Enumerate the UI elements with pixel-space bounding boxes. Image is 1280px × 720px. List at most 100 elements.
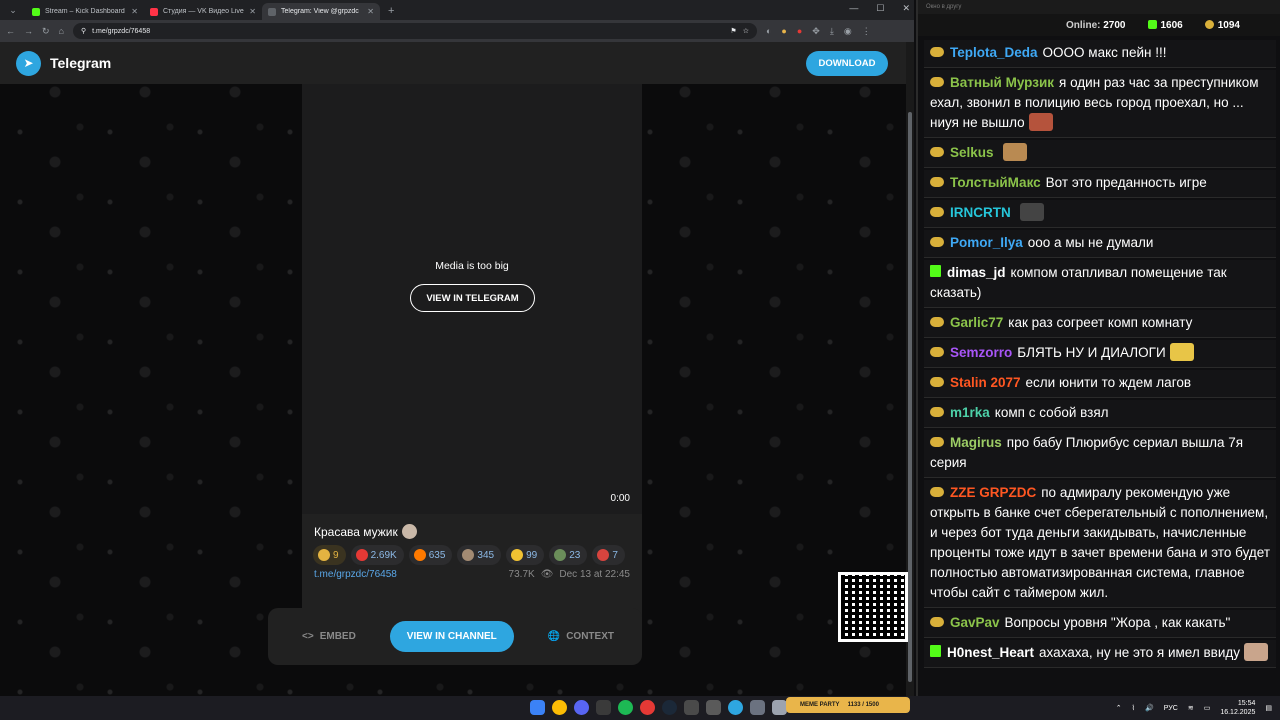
download-button[interactable]: DOWNLOAD	[806, 51, 888, 76]
reaction-thumbs-up[interactable]: 99	[506, 545, 545, 565]
chat-username[interactable]: Magirus	[950, 435, 1002, 450]
chat-username[interactable]: Semzorro	[950, 345, 1012, 360]
chat-text: ОООО макс пейн !!!	[1042, 45, 1167, 60]
chat-titlebar: Окно в другу	[918, 0, 1280, 14]
app-icon[interactable]	[640, 700, 655, 715]
vk-count: 1094	[1217, 19, 1240, 31]
emote-icon	[1002, 143, 1027, 161]
home-icon[interactable]: ⌂	[59, 26, 64, 36]
new-tab-icon[interactable]: +	[388, 5, 394, 17]
chat-username[interactable]: Stalin 2077	[950, 375, 1021, 390]
extension-icon[interactable]: ●	[797, 26, 802, 36]
browser-window: ⌄ Stream – Kick Dashboard ✕ Студия — VK …	[0, 0, 914, 696]
tab-label: Telegram: View @grpzdc	[281, 8, 359, 15]
tab-search-icon[interactable]: ⌄	[6, 3, 20, 17]
chat-username[interactable]: Ватный Мурзик	[950, 75, 1054, 90]
telegram-icon[interactable]	[728, 700, 743, 715]
steam-icon[interactable]	[662, 700, 677, 715]
face-emoji-icon	[462, 549, 475, 561]
chat-username[interactable]: Teplota_Deda	[950, 45, 1038, 60]
reaction-star[interactable]: 9	[313, 545, 346, 565]
app-icon[interactable]	[596, 700, 611, 715]
tab-telegram[interactable]: Telegram: View @grpzdc ✕	[262, 3, 380, 20]
app-icon[interactable]	[750, 700, 765, 715]
chat-message: ZZE GRPZDC по адмиралу рекомендую уже отк…	[924, 480, 1276, 608]
close-tab-icon[interactable]: ✕	[131, 7, 138, 16]
vk-badge-icon	[930, 347, 944, 357]
emote-icon	[1019, 203, 1044, 221]
extensions-puzzle-icon[interactable]: ✥	[812, 26, 820, 37]
view-in-channel-button[interactable]: VIEW IN CHANNEL	[389, 621, 514, 652]
extension-icons: ◐ ● ● ✥ ⤓ ◉ ⋮	[766, 26, 871, 37]
translate-icon[interactable]: ⚑	[730, 27, 736, 35]
bookmark-star-icon[interactable]: ☆	[743, 27, 749, 35]
battery-icon[interactable]: ▭	[1204, 704, 1211, 712]
reaction-heart[interactable]: 2.69K	[350, 545, 404, 565]
reaction-face[interactable]: 345	[457, 545, 502, 565]
start-icon[interactable]	[530, 700, 545, 715]
network-icon[interactable]: ⌇	[1132, 704, 1135, 712]
vk-favicon-icon	[150, 7, 158, 16]
reaction-count: 2.69K	[370, 549, 397, 561]
scrollbar-thumb[interactable]	[908, 112, 912, 682]
app-icon[interactable]	[684, 700, 699, 715]
clock[interactable]: 15:54 16.12.2025	[1220, 699, 1255, 717]
context-button[interactable]: 🌐 CONTEXT	[548, 631, 614, 642]
chat-username[interactable]: m1rka	[950, 405, 990, 420]
telegram-logo-icon[interactable]: ➤	[16, 50, 41, 76]
profile-icon[interactable]: ◉	[844, 26, 852, 37]
app-icon[interactable]	[706, 700, 721, 715]
chat-username[interactable]: Garlic77	[950, 315, 1003, 330]
spotify-icon[interactable]	[618, 700, 633, 715]
chat-text: Вот это преданность игре	[1045, 175, 1207, 190]
tab-kick-dashboard[interactable]: Stream – Kick Dashboard ✕	[26, 3, 144, 20]
telegram-header: ➤ Telegram DOWNLOAD	[0, 42, 906, 84]
chat-message: Selkus	[924, 140, 1276, 168]
reaction-santa[interactable]: 7	[592, 545, 625, 565]
back-icon[interactable]: ←	[6, 26, 15, 36]
maximize-icon[interactable]: ☐	[876, 3, 884, 14]
reaction-fire[interactable]: 635	[408, 545, 453, 565]
extension-icon[interactable]: ●	[781, 26, 786, 36]
discord-icon[interactable]	[574, 700, 589, 715]
app-icon[interactable]	[772, 700, 787, 715]
site-info-icon[interactable]: ⚲	[81, 27, 86, 35]
chat-username[interactable]: H0nest_Heart	[947, 645, 1034, 660]
post-link[interactable]: t.me/grpzdc/76458	[314, 569, 397, 580]
chat-username[interactable]: Pomor_Ilya	[950, 235, 1023, 250]
extension-icon[interactable]: ◐	[766, 26, 771, 36]
wifi-icon[interactable]: ≋	[1188, 704, 1194, 712]
video-placeholder[interactable]: Media is too big VIEW IN TELEGRAM 0:00	[302, 84, 642, 514]
volume-icon[interactable]: 🔊	[1145, 704, 1154, 712]
chat-username[interactable]: IRNCRTN	[950, 205, 1011, 220]
embed-button[interactable]: <> EMBED	[302, 631, 356, 642]
chrome-icon[interactable]	[552, 700, 567, 715]
chat-message: Teplota_Deda ОООО макс пейн !!!	[924, 40, 1276, 68]
chat-username[interactable]: ТолстыйМакс	[950, 175, 1041, 190]
tab-vk-studio[interactable]: Студия — VK Видео Live ✕	[144, 3, 262, 20]
vk-badge-icon	[930, 207, 944, 217]
chat-text: ахахаха, ну не это я имел ввиду	[1039, 645, 1241, 660]
downloads-icon[interactable]: ⤓	[830, 26, 834, 37]
menu-kebab-icon[interactable]: ⋮	[862, 26, 871, 37]
fire-icon	[413, 549, 426, 561]
chat-username[interactable]: GavPav	[950, 615, 1000, 630]
chat-username[interactable]: Selkus	[950, 145, 994, 160]
tray-chevron-icon[interactable]: ⌃	[1116, 704, 1122, 712]
forward-icon[interactable]: →	[24, 26, 33, 36]
reaction-sticker[interactable]: 23	[549, 545, 588, 565]
close-tab-icon[interactable]: ✕	[367, 7, 374, 16]
view-in-telegram-button[interactable]: VIEW IN TELEGRAM	[410, 284, 535, 312]
close-tab-icon[interactable]: ✕	[249, 7, 256, 16]
reload-icon[interactable]: ↻	[42, 26, 50, 37]
minimize-icon[interactable]: —	[849, 3, 858, 14]
tab-label: Stream – Kick Dashboard	[45, 8, 125, 15]
notifications-icon[interactable]: ▤	[1265, 704, 1272, 712]
language-indicator[interactable]: РУС	[1164, 705, 1178, 712]
chat-username[interactable]: ZZE GRPZDC	[950, 485, 1036, 500]
close-window-icon[interactable]: ✕	[902, 3, 910, 14]
tab-strip: ⌄ Stream – Kick Dashboard ✕ Студия — VK …	[0, 0, 914, 20]
chat-username[interactable]: dimas_jd	[947, 265, 1006, 280]
address-bar[interactable]: ⚲ t.me/grpzdc/76458 ⚑ ☆	[72, 23, 757, 39]
chat-message-list: Teplota_Deda ОООО макс пейн !!! Ватный Мур…	[924, 40, 1276, 670]
